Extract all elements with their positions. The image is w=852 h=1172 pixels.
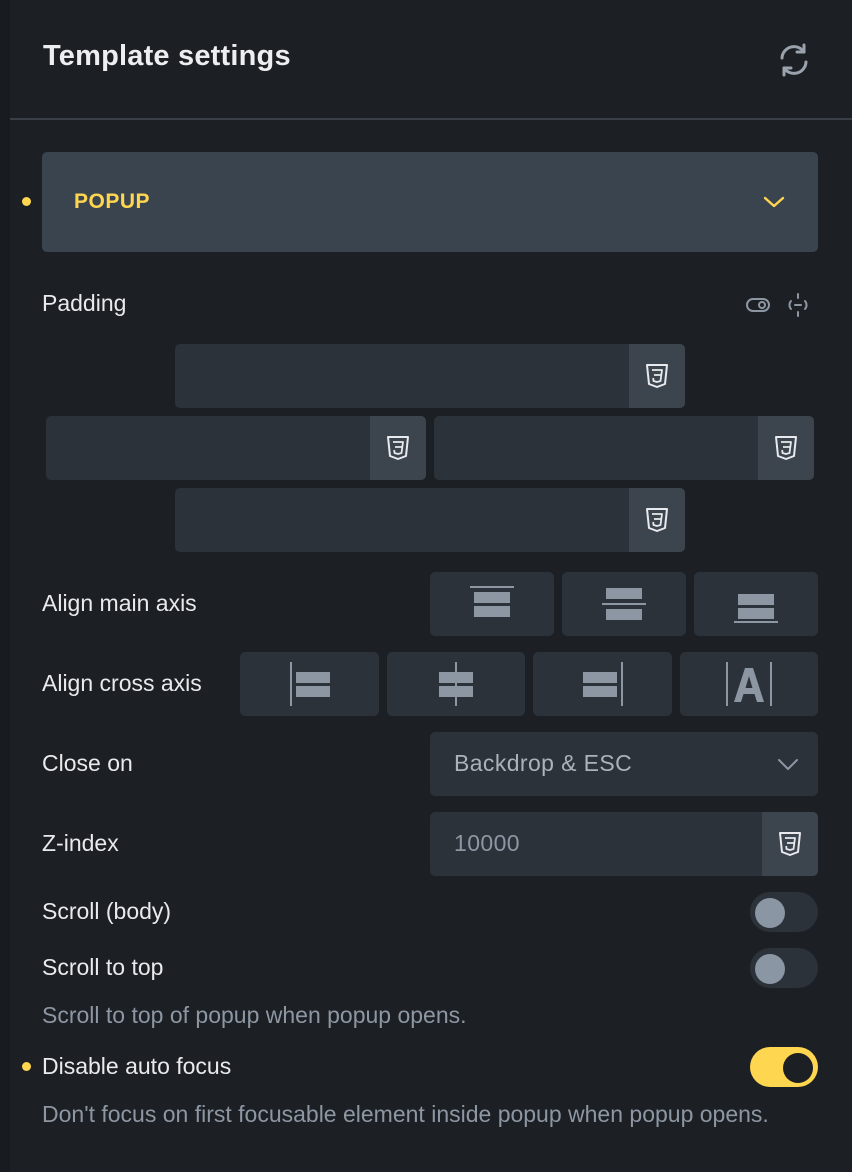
align-main-axis-label: Align main axis: [42, 590, 197, 616]
align-cross-axis-label: Align cross axis: [42, 670, 202, 696]
chevron-down-icon: [776, 752, 800, 776]
accordion-title: POPUP: [74, 190, 151, 213]
scroll-body-toggle[interactable]: [750, 892, 818, 932]
modified-indicator: [22, 1062, 31, 1071]
chevron-down-icon: [762, 190, 786, 214]
refresh-icon[interactable]: [776, 42, 812, 78]
padding-bottom-input[interactable]: [175, 488, 685, 552]
modified-indicator: [22, 197, 31, 206]
disable-auto-focus-description: Don't focus on first focusable element i…: [42, 1101, 769, 1127]
close-on-label: Close on: [42, 750, 133, 776]
toggle-visibility-icon[interactable]: [745, 292, 771, 318]
scroll-body-label: Scroll (body): [42, 898, 172, 924]
css3-icon[interactable]: [629, 344, 685, 408]
scroll-to-top-toggle[interactable]: [750, 948, 818, 988]
close-on-select[interactable]: Backdrop & ESC: [430, 732, 818, 796]
header-divider: [10, 118, 852, 120]
scroll-to-top-description: Scroll to top of popup when popup opens.: [42, 1002, 467, 1028]
popup-accordion[interactable]: POPUP: [42, 152, 818, 252]
z-index-label: Z-index: [42, 830, 119, 856]
disable-auto-focus-label: Disable auto focus: [42, 1053, 232, 1079]
css3-icon[interactable]: [629, 488, 685, 552]
padding-left-input[interactable]: [46, 416, 426, 480]
toggle-knob: [755, 954, 785, 984]
template-settings-panel: Template settings POPUP Padding Align ma…: [10, 0, 852, 1172]
padding-top-input[interactable]: [175, 344, 685, 408]
align-top-icon[interactable]: [430, 572, 554, 636]
padding-label: Padding: [42, 290, 127, 316]
scroll-to-top-label: Scroll to top: [42, 954, 164, 980]
close-on-value: Backdrop & ESC: [454, 750, 633, 776]
toggle-knob: [755, 898, 785, 928]
link-icon[interactable]: [785, 292, 811, 318]
align-left-icon[interactable]: [240, 652, 379, 716]
z-index-input[interactable]: 10000: [430, 812, 818, 876]
css3-icon[interactable]: [762, 812, 818, 876]
align-center-vertical-icon[interactable]: [562, 572, 686, 636]
toggle-knob: [783, 1053, 813, 1083]
align-bottom-icon[interactable]: [694, 572, 818, 636]
css3-icon[interactable]: [758, 416, 814, 480]
align-center-horizontal-icon[interactable]: [387, 652, 525, 716]
z-index-placeholder: 10000: [454, 830, 520, 856]
stretch-icon[interactable]: [680, 652, 818, 716]
panel-title: Template settings: [43, 40, 291, 72]
align-right-icon[interactable]: [533, 652, 672, 716]
css3-icon[interactable]: [370, 416, 426, 480]
disable-auto-focus-toggle[interactable]: [750, 1047, 818, 1087]
padding-right-input[interactable]: [434, 416, 814, 480]
